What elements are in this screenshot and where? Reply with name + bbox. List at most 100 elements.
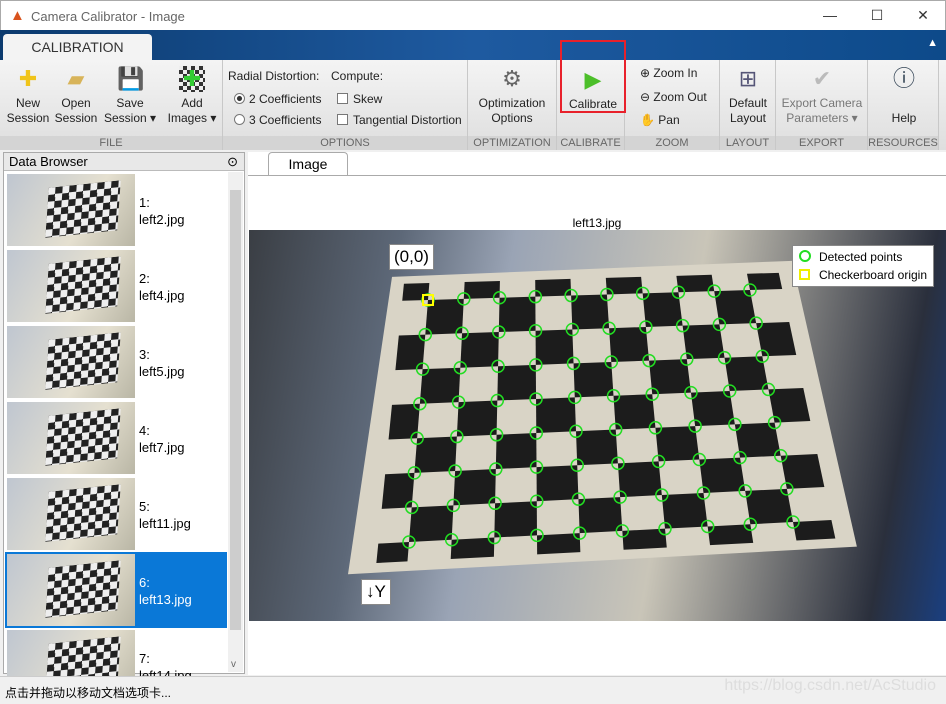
browser-item[interactable]: 4: left7.jpg xyxy=(5,400,227,476)
checkmark-icon: ✔ xyxy=(812,66,832,91)
ribbon-tab-strip: CALIBRATION ▲ xyxy=(0,30,946,60)
checker-square xyxy=(402,283,430,301)
group-label-optimization: OPTIMIZATION xyxy=(468,136,556,150)
green-circle-icon xyxy=(798,250,811,262)
group-export: ✔ Export Camera Parameters ▾ EXPORT xyxy=(776,60,868,150)
group-resources: ⓘ Help RESOURCES xyxy=(868,60,939,150)
zoom-out-icon: ⊖ xyxy=(640,90,654,104)
collapse-ribbon-icon[interactable]: ▲ xyxy=(927,37,938,49)
group-calibrate: ▶ Calibrate CALIBRATE xyxy=(557,40,626,150)
watermark: https://blog.csdn.net/AcStudio xyxy=(724,677,936,694)
thumbnail xyxy=(7,402,135,474)
checker-square xyxy=(536,465,579,502)
browser-scrollbar[interactable]: v xyxy=(228,172,243,672)
image-title: left13.jpg xyxy=(572,216,622,230)
add-images-icon: ✚ xyxy=(179,66,205,92)
panel-menu-icon[interactable]: ⊙ xyxy=(227,153,238,171)
group-label-file: FILE xyxy=(0,136,222,150)
zoom-in-icon: ⊕ xyxy=(640,66,654,80)
close-button[interactable]: ✕ xyxy=(908,7,938,24)
scrollbar-thumb[interactable] xyxy=(230,190,241,630)
group-label-layout: LAYOUT xyxy=(720,136,775,150)
minimize-button[interactable]: — xyxy=(815,7,845,23)
title-bar: ▲ Camera Calibrator - Image — ☐ ✕ xyxy=(0,0,946,30)
detection-overlay xyxy=(348,260,857,575)
compute-label: Compute: xyxy=(331,69,384,83)
save-session-button[interactable]: 💾 Save Session ▾ xyxy=(102,66,158,126)
data-browser: Data Browser ⊙ 1: left2.jpg 2: left4.jpg 3: le… xyxy=(3,152,245,702)
matlab-logo-icon: ▲ xyxy=(10,7,25,24)
default-layout-button[interactable]: ⊞ Default Layout xyxy=(723,66,773,126)
browser-item[interactable]: 2: left4.jpg xyxy=(5,248,227,324)
optimization-options-button[interactable]: ⚙ Optimization Options xyxy=(472,66,552,126)
help-button[interactable]: ⓘ Help xyxy=(873,66,935,126)
tab-image[interactable]: Image xyxy=(268,152,348,176)
data-browser-header: Data Browser ⊙ xyxy=(4,153,244,171)
thumbnail xyxy=(7,174,135,246)
calibrate-button[interactable]: ▶ Calibrate xyxy=(560,40,626,113)
hand-icon: ✋ xyxy=(640,113,659,127)
radio-2-coefficients[interactable]: 2 Coefficients xyxy=(234,92,322,106)
tab-calibration[interactable]: CALIBRATION xyxy=(3,34,152,60)
browser-item[interactable]: 5: left11.jpg xyxy=(5,476,227,552)
legend-detected: Detected points xyxy=(798,248,927,266)
gear-icon: ⚙ xyxy=(502,66,522,91)
thumbnail xyxy=(7,478,135,550)
item-label: 4: left7.jpg xyxy=(139,423,185,455)
legend-origin: Checkerboard origin xyxy=(798,266,927,284)
item-label: 3: left5.jpg xyxy=(139,347,185,379)
radio-selected[interactable] xyxy=(234,93,245,104)
checker-square xyxy=(756,322,797,357)
export-camera-parameters-button[interactable]: ✔ Export Camera Parameters ▾ xyxy=(778,66,866,126)
scroll-down-icon[interactable]: v xyxy=(231,659,236,670)
group-label-zoom: ZOOM xyxy=(625,136,719,150)
help-icon: ⓘ xyxy=(892,66,915,91)
checkbox[interactable] xyxy=(337,93,348,104)
group-file: ✚ New Session ▰ Open Session 💾 Save Session ▾ … xyxy=(0,60,223,150)
group-zoom: ⊕ Zoom In ⊖ Zoom Out ✋ Pan ZOOM xyxy=(625,60,720,150)
browser-item[interactable]: 6: left13.jpg xyxy=(5,552,227,628)
skew-checkbox[interactable]: Skew xyxy=(337,92,382,106)
checker-square xyxy=(535,329,574,365)
new-session-button[interactable]: ✚ New Session xyxy=(6,66,50,126)
checker-square xyxy=(780,454,825,489)
legend: Detected points Checkerboard origin xyxy=(791,245,934,287)
pan-button[interactable]: ✋ Pan xyxy=(640,113,680,127)
play-icon: ▶ xyxy=(584,67,602,92)
group-label-calibrate: CALIBRATE xyxy=(557,136,624,150)
item-label: 1: left2.jpg xyxy=(139,195,185,227)
tangential-distortion-checkbox[interactable]: Tangential Distortion xyxy=(337,113,462,127)
item-label: 2: left4.jpg xyxy=(139,271,185,303)
window-title: Camera Calibrator - Image xyxy=(31,9,185,24)
zoom-in-button[interactable]: ⊕ Zoom In xyxy=(640,66,697,80)
thumbnail xyxy=(7,326,135,398)
status-text: 点击并拖动以移动文档选项卡... xyxy=(5,686,172,700)
checker-square xyxy=(578,497,623,534)
radial-distortion-label: Radial Distortion: xyxy=(228,69,320,83)
floppy-disk-icon: 💾 xyxy=(117,66,145,91)
browser-item[interactable]: 3: left5.jpg xyxy=(5,324,227,400)
thumbnail xyxy=(7,250,135,322)
checker-square xyxy=(707,524,754,546)
origin-label: (0,0) xyxy=(389,244,434,270)
calibration-image[interactable]: (0,0) ↓Y Detected points Checkerboard or… xyxy=(249,230,946,621)
zoom-out-button[interactable]: ⊖ Zoom Out xyxy=(640,90,707,104)
add-images-button[interactable]: ✚ Add Images ▾ xyxy=(164,66,220,126)
group-label-export: EXPORT xyxy=(776,136,867,150)
radio-unselected[interactable] xyxy=(234,114,245,125)
group-options: Radial Distortion: Compute: 2 Coefficien… xyxy=(223,60,468,150)
group-label-resources: RESOURCES xyxy=(868,136,938,150)
checker-square xyxy=(388,403,420,440)
checker-square xyxy=(746,272,783,290)
radio-3-coefficients[interactable]: 3 Coefficients xyxy=(234,113,322,127)
checker-square xyxy=(395,334,426,371)
maximize-button[interactable]: ☐ xyxy=(862,7,892,24)
browser-item[interactable]: 1: left2.jpg xyxy=(5,172,227,248)
checkbox[interactable] xyxy=(337,114,348,125)
group-layout: ⊞ Default Layout LAYOUT xyxy=(720,60,776,150)
group-optimization: ⚙ Optimization Options OPTIMIZATION xyxy=(468,60,557,150)
folder-icon: ▰ xyxy=(67,66,85,91)
open-session-button[interactable]: ▰ Open Session xyxy=(54,66,98,126)
tab-divider xyxy=(248,175,946,176)
item-label: 5: left11.jpg xyxy=(139,499,191,531)
